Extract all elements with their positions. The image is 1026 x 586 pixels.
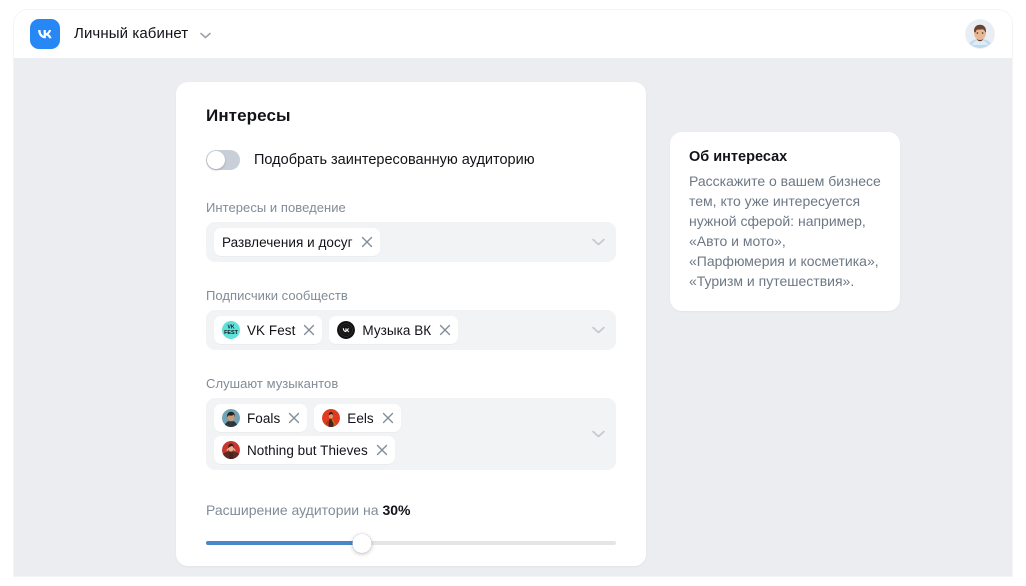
info-card-text: Расскажите о вашем бизнесе тем, кто уже … [689, 173, 881, 289]
field-community-subscribers: Подписчики сообществ VK FEST VK Fest Муз… [206, 288, 616, 350]
page-title[interactable]: Личный кабинет [74, 25, 211, 43]
audience-expansion-group: Расширение аудитории на 30% [206, 502, 616, 553]
chip[interactable]: Музыка ВК [329, 316, 459, 344]
chip-label: Музыка ВК [362, 322, 432, 338]
top-bar: Личный кабинет [14, 10, 1012, 58]
foals-avatar-icon [222, 409, 240, 427]
chip-label: Eels [347, 410, 374, 426]
interests-select[interactable]: Развлечения и досуг [206, 222, 616, 262]
slider-caption: Расширение аудитории на 30% [206, 502, 616, 518]
close-icon[interactable] [439, 324, 451, 336]
chip-label: Развлечения и досуг [222, 234, 353, 250]
toggle-knob [207, 151, 225, 169]
content-area: Интересы Подобрать заинтересованную ауди… [14, 58, 1012, 576]
close-icon[interactable] [303, 324, 315, 336]
vk-fest-avatar-icon: VK FEST [222, 321, 240, 339]
nothing-but-thieves-avatar-icon [222, 441, 240, 459]
field-label: Интересы и поведение [206, 200, 346, 215]
close-icon[interactable] [376, 444, 388, 456]
topbar-title-text: Личный кабинет [74, 25, 189, 43]
chevron-down-icon [199, 26, 211, 43]
slider-caption-prefix: Расширение аудитории на [206, 502, 383, 518]
chip-label: Foals [247, 410, 281, 426]
close-icon[interactable] [382, 412, 394, 424]
vk-music-avatar-icon [337, 321, 356, 339]
chip[interactable]: Развлечения и досуг [214, 228, 380, 256]
communities-select[interactable]: VK FEST VK Fest Музыка ВК [206, 310, 616, 350]
about-interests-card: Об интересах Расскажите о вашем бизнесе … [670, 132, 900, 311]
audience-toggle-row: Подобрать заинтересованную аудиторию [206, 150, 616, 170]
close-icon[interactable] [288, 412, 300, 424]
field-label: Подписчики сообществ [206, 288, 348, 303]
slider-thumb[interactable] [352, 534, 372, 553]
audience-toggle[interactable] [206, 150, 240, 170]
musicians-select[interactable]: Foals Eels Nothing but Thieves [206, 398, 616, 470]
interests-card: Интересы Подобрать заинтересованную ауди… [176, 82, 646, 566]
chip[interactable]: Foals [214, 404, 308, 432]
chevron-down-icon [592, 233, 605, 251]
chip-label: Nothing but Thieves [247, 442, 368, 458]
chip[interactable]: Eels [314, 404, 401, 432]
info-card-title: Об интересах [689, 149, 788, 165]
audience-toggle-label: Подобрать заинтересованную аудиторию [254, 152, 535, 168]
chip[interactable]: VK FEST VK Fest [214, 316, 323, 344]
svg-text:FEST: FEST [224, 330, 238, 336]
field-listen-to-musicians: Слушают музыкантов Foals Eels Nothing bu… [206, 376, 616, 470]
chip[interactable]: Nothing but Thieves [214, 436, 395, 464]
slider-value-label: 30% [382, 502, 411, 518]
slider-fill [206, 541, 362, 545]
audience-expansion-slider[interactable] [206, 534, 616, 553]
eels-avatar-icon [322, 409, 341, 427]
vk-logo-icon[interactable] [30, 19, 60, 49]
avatar[interactable] [966, 20, 994, 48]
card-title: Интересы [206, 106, 291, 125]
close-icon[interactable] [361, 236, 373, 248]
field-interests-and-behaviour: Интересы и поведение Развлечения и досуг [206, 200, 616, 262]
chevron-down-icon [592, 425, 605, 443]
chevron-down-icon [592, 321, 605, 339]
app-window: Личный кабинет Интересы Подобрать заинте… [14, 10, 1012, 576]
field-label: Слушают музыкантов [206, 376, 339, 391]
chip-label: VK Fest [247, 322, 296, 338]
